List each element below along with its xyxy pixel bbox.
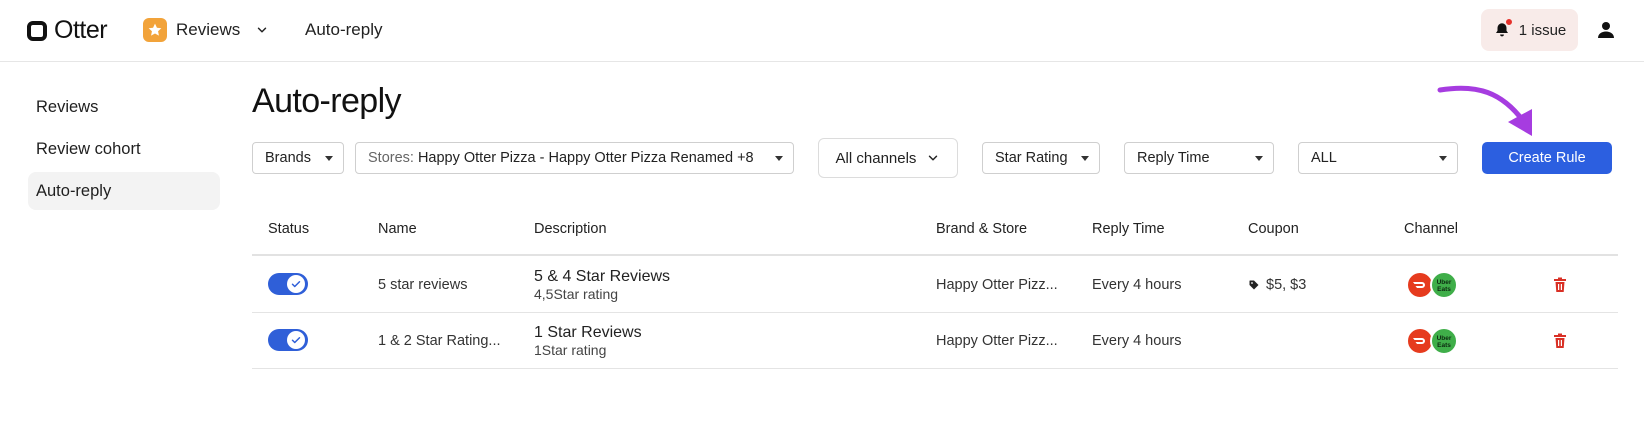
star-rating-filter[interactable]: Star Rating — [982, 142, 1100, 174]
caret-down-icon — [325, 155, 333, 161]
channel-icons: Uber Eats — [1406, 327, 1462, 355]
sidebar-item-auto-reply[interactable]: Auto-reply — [28, 172, 220, 210]
description-title: 1 Star Reviews — [534, 324, 642, 341]
notification-dot — [1504, 18, 1513, 26]
chevron-down-icon — [255, 23, 269, 37]
user-menu-button[interactable] — [1594, 18, 1618, 42]
all-filter-label: ALL — [1311, 150, 1337, 166]
brands-filter-label: Brands — [265, 150, 311, 166]
sidebar-item-label: Review cohort — [36, 139, 141, 158]
description-subtitle: 4,5Star rating — [534, 286, 619, 302]
check-icon — [287, 331, 305, 349]
all-filter[interactable]: ALL — [1298, 142, 1458, 174]
delete-icon[interactable] — [1553, 277, 1567, 293]
column-header-brand-store: Brand & Store — [936, 221, 1028, 237]
rule-description: 1 Star Reviews 1Star rating — [534, 324, 642, 358]
otter-logo[interactable]: Otter — [27, 16, 108, 45]
stores-filter-value: Happy Otter Pizza - Happy Otter Pizza Re… — [417, 150, 754, 166]
star-icon — [143, 18, 167, 42]
issues-button[interactable]: 1 issue — [1481, 9, 1578, 51]
reply-time-filter-label: Reply Time — [1137, 150, 1210, 166]
breadcrumb: Auto-reply — [305, 20, 383, 39]
description-title: 5 & 4 Star Reviews — [534, 268, 671, 285]
uber-eats-icon: Uber Eats — [1430, 271, 1458, 299]
reply-time-filter[interactable]: Reply Time — [1124, 142, 1274, 174]
user-icon — [1594, 22, 1618, 46]
reply-time: Every 4 hours — [1092, 333, 1182, 349]
column-header-name: Name — [378, 221, 417, 237]
reply-time: Every 4 hours — [1092, 277, 1182, 293]
top-bar: Otter Reviews Auto-reply 1 issue — [0, 0, 1644, 62]
caret-down-icon — [1255, 155, 1263, 161]
stores-filter[interactable]: Stores: Happy Otter Pizza - Happy Otter … — [355, 142, 794, 174]
sidebar-item-reviews[interactable]: Reviews — [28, 88, 220, 126]
table-header: Status Name Description Brand & Store Re… — [252, 212, 1618, 256]
brand-store: Happy Otter Pizz... — [936, 333, 1058, 349]
column-header-coupon: Coupon — [1248, 221, 1299, 237]
brand-store: Happy Otter Pizz... — [936, 277, 1058, 293]
sidebar-item-review-cohort[interactable]: Review cohort — [28, 130, 220, 168]
caret-down-icon — [1081, 155, 1089, 161]
tag-icon — [1248, 279, 1260, 291]
table-row[interactable]: 5 star reviews 5 & 4 Star Reviews 4,5Sta… — [252, 257, 1618, 313]
create-rule-button[interactable]: Create Rule — [1482, 142, 1612, 174]
delete-icon[interactable] — [1553, 333, 1567, 349]
column-header-channel: Channel — [1404, 221, 1459, 237]
rule-description: 5 & 4 Star Reviews 4,5Star rating — [534, 268, 670, 302]
check-icon — [287, 275, 305, 293]
otter-logo-icon — [27, 20, 47, 41]
chevron-down-icon — [926, 151, 940, 165]
caret-down-icon — [775, 155, 783, 161]
page-title: Auto-reply — [252, 82, 402, 120]
coupon-value: $5, $3 — [1266, 277, 1307, 293]
status-toggle[interactable] — [268, 273, 308, 295]
column-header-reply-time: Reply Time — [1092, 221, 1165, 237]
stores-filter-prefix: Stores: — [368, 150, 414, 166]
caret-down-icon — [1439, 155, 1447, 161]
coupon: $5, $3 — [1248, 277, 1306, 293]
uber-eats-icon: Uber Eats — [1430, 327, 1458, 355]
column-header-status: Status — [268, 221, 310, 237]
column-header-description: Description — [534, 221, 607, 237]
channel-icons: Uber Eats — [1406, 271, 1462, 299]
sidebar-item-label: Auto-reply — [36, 181, 112, 200]
star-rating-filter-label: Star Rating — [995, 150, 1068, 166]
rule-name: 5 star reviews — [378, 277, 468, 293]
table-row[interactable]: 1 & 2 Star Rating... 1 Star Reviews 1Sta… — [252, 313, 1618, 369]
app-switcher[interactable]: Reviews — [143, 18, 269, 42]
brands-filter[interactable]: Brands — [252, 142, 344, 174]
channels-dropdown[interactable]: All channels — [818, 138, 958, 178]
channels-dropdown-label: All channels — [835, 149, 917, 167]
logo-text: Otter — [54, 16, 108, 44]
issues-label: 1 issue — [1518, 21, 1567, 39]
description-subtitle: 1Star rating — [534, 342, 607, 358]
app-switcher-label: Reviews — [176, 20, 241, 39]
annotation-arrow-icon — [1437, 85, 1532, 136]
status-toggle[interactable] — [268, 329, 308, 351]
rule-name: 1 & 2 Star Rating... — [378, 333, 501, 349]
sidebar-item-label: Reviews — [36, 97, 99, 116]
bell-icon — [1493, 18, 1513, 39]
